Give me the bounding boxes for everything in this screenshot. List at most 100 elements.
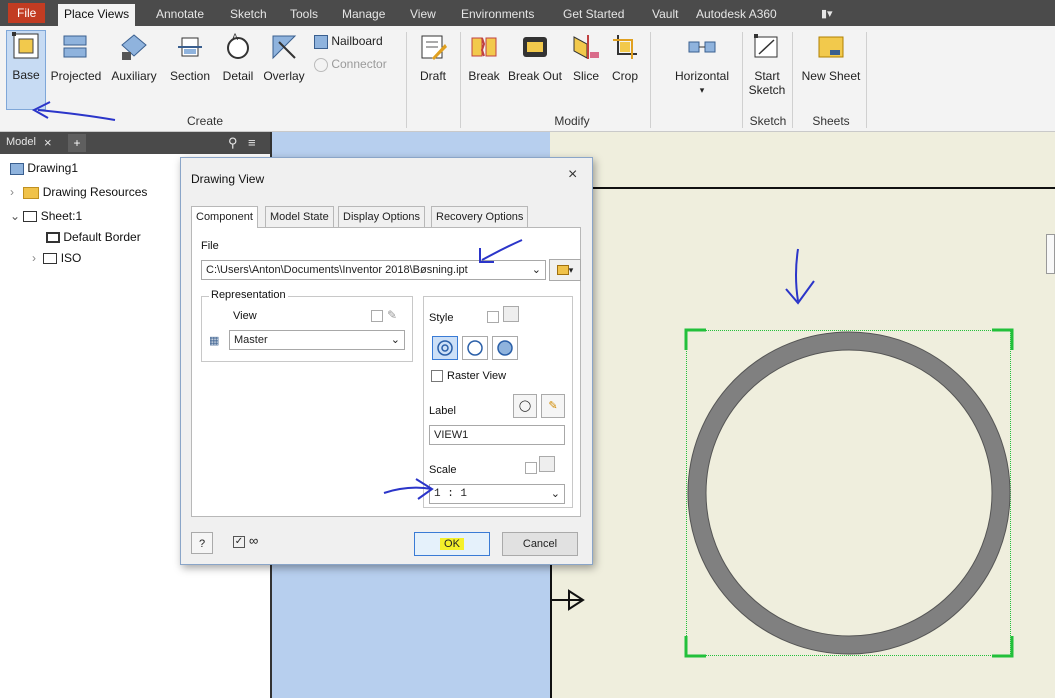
view-checkbox[interactable]: [371, 310, 383, 322]
tree-label-iso: ISO: [60, 251, 82, 265]
chevron-down-icon[interactable]: ⌄: [551, 485, 560, 503]
tree-label-resources: Drawing Resources: [42, 185, 148, 199]
tab-manage[interactable]: Manage: [336, 4, 391, 26]
tab-tools[interactable]: Tools: [284, 4, 324, 26]
horizontal-align-icon: [688, 41, 716, 53]
preview-checkbox[interactable]: ✓: [233, 536, 245, 548]
tree-item-drawing[interactable]: Drawing1: [10, 161, 78, 175]
nailboard-button[interactable]: Nailboard: [314, 34, 394, 49]
collapse-icon[interactable]: ⌄: [10, 209, 20, 223]
drawing-icon: [10, 162, 24, 175]
section-button[interactable]: Section: [166, 32, 214, 83]
pencil-icon: ✎: [387, 308, 398, 322]
tab-vault[interactable]: Vault: [646, 4, 684, 26]
expand-icon[interactable]: ›: [10, 185, 14, 199]
shaded-icon: [497, 340, 513, 356]
tab-environments[interactable]: Environments: [455, 4, 540, 26]
projected-button[interactable]: Projected: [50, 32, 102, 83]
search-icon[interactable]: ⚲: [228, 135, 238, 151]
new-sheet-button[interactable]: New Sheet: [800, 32, 862, 83]
cancel-button[interactable]: Cancel: [502, 532, 578, 556]
new-sheet-icon: [818, 36, 844, 58]
tab-view[interactable]: View: [404, 4, 442, 26]
chevron-down-icon[interactable]: ⌄: [532, 261, 541, 279]
horizontal-button[interactable]: Horizontal ▾: [662, 32, 742, 97]
tree-item-iso[interactable]: › ISO: [32, 251, 81, 265]
chevron-down-icon: ▾: [699, 85, 705, 95]
tab-model-state[interactable]: Model State: [265, 206, 334, 227]
browse-file-button[interactable]: ▾: [549, 259, 581, 281]
crop-button[interactable]: Crop: [608, 32, 642, 83]
auxiliary-button[interactable]: Auxiliary: [108, 32, 160, 83]
menu-icon[interactable]: ≡: [248, 135, 256, 150]
crop-label: Crop: [611, 69, 638, 83]
tab-component[interactable]: Component: [191, 206, 258, 228]
tab-annotate[interactable]: Annotate: [150, 4, 210, 26]
help-button[interactable]: ?: [191, 532, 213, 554]
break-label: Break: [468, 69, 500, 83]
overlay-button[interactable]: Overlay: [260, 32, 308, 83]
draft-button[interactable]: Draft: [412, 32, 454, 83]
hidden-line-removed-icon: [467, 340, 483, 356]
glasses-icon: ∞: [249, 533, 259, 548]
expand-icon[interactable]: ›: [32, 251, 36, 265]
browser-tab-model[interactable]: Model: [6, 136, 36, 148]
ok-button[interactable]: OK: [414, 532, 490, 556]
style-checkbox[interactable]: [487, 311, 499, 323]
tab-get-started[interactable]: Get Started: [557, 4, 630, 26]
crop-icon: [613, 35, 637, 59]
projected-label: Projected: [50, 69, 102, 83]
style-icon: [503, 306, 519, 322]
connector-label: Connector: [331, 57, 387, 71]
view-cube-edge[interactable]: [1046, 234, 1055, 274]
annotation-arrow-icon: [785, 248, 815, 305]
detail-label: Detail: [222, 69, 254, 83]
shaded-style-button[interactable]: [492, 336, 518, 360]
break-button[interactable]: Break: [466, 32, 502, 83]
annotation-arrow-icon: [31, 101, 116, 121]
help-icon: ?: [198, 538, 206, 550]
tree-item-sheet[interactable]: ⌄ Sheet:1: [10, 209, 82, 223]
break-out-button[interactable]: Break Out: [506, 32, 564, 83]
label-visibility-button[interactable]: ◯: [513, 394, 537, 418]
tree-item-default-border[interactable]: Default Border: [46, 230, 141, 244]
tab-place-views[interactable]: Place Views: [58, 4, 136, 26]
tab-file[interactable]: File: [8, 3, 46, 23]
raster-view-label: Raster View: [447, 370, 507, 382]
start-sketch-button[interactable]: Start Sketch: [748, 32, 786, 97]
scale-checkbox[interactable]: [525, 462, 537, 474]
tab-autodesk-a360[interactable]: Autodesk A360: [690, 4, 783, 26]
tab-display-options[interactable]: Display Options: [338, 206, 426, 227]
edit-label-button[interactable]: ✎: [541, 394, 565, 418]
slice-button[interactable]: Slice: [568, 32, 604, 83]
pencil-icon: ✎: [548, 400, 558, 412]
nailboard-label: Nailboard: [331, 34, 383, 48]
connector-button[interactable]: Connector: [314, 57, 394, 72]
scale-select[interactable]: 1 : 1 ⌄: [429, 484, 565, 504]
raster-view-checkbox[interactable]: [431, 370, 443, 382]
video-icon[interactable]: ▮▾: [815, 4, 839, 26]
view-representation-select[interactable]: Master ⌄: [229, 330, 405, 350]
tab-sketch[interactable]: Sketch: [224, 4, 273, 26]
sheet-icon: [23, 211, 38, 223]
auxiliary-label: Auxiliary: [111, 69, 157, 83]
hidden-line-style-button[interactable]: [432, 336, 458, 360]
detail-button[interactable]: A Detail: [216, 32, 260, 83]
tab-recovery-options[interactable]: Recovery Options: [431, 206, 529, 227]
base-view-ring[interactable]: [680, 324, 1018, 662]
add-icon[interactable]: +: [68, 134, 86, 152]
base-view-icon: [12, 32, 39, 59]
ribbon-separator: [460, 32, 461, 128]
close-icon[interactable]: ×: [44, 135, 52, 150]
hidden-line-removed-button[interactable]: [462, 336, 488, 360]
chevron-down-icon[interactable]: ⌄: [391, 331, 400, 349]
slice-icon: [573, 35, 599, 59]
label-input[interactable]: VIEW1: [429, 425, 565, 445]
hidden-line-icon: [437, 340, 453, 356]
tree-item-drawing-resources[interactable]: › Drawing Resources: [10, 185, 147, 199]
representation-group: [201, 296, 413, 362]
close-icon[interactable]: ×: [568, 166, 577, 184]
browser-header: Model × + ⚲ ≡: [0, 132, 270, 154]
overlay-label: Overlay: [263, 69, 305, 83]
folder-icon: [23, 186, 40, 199]
